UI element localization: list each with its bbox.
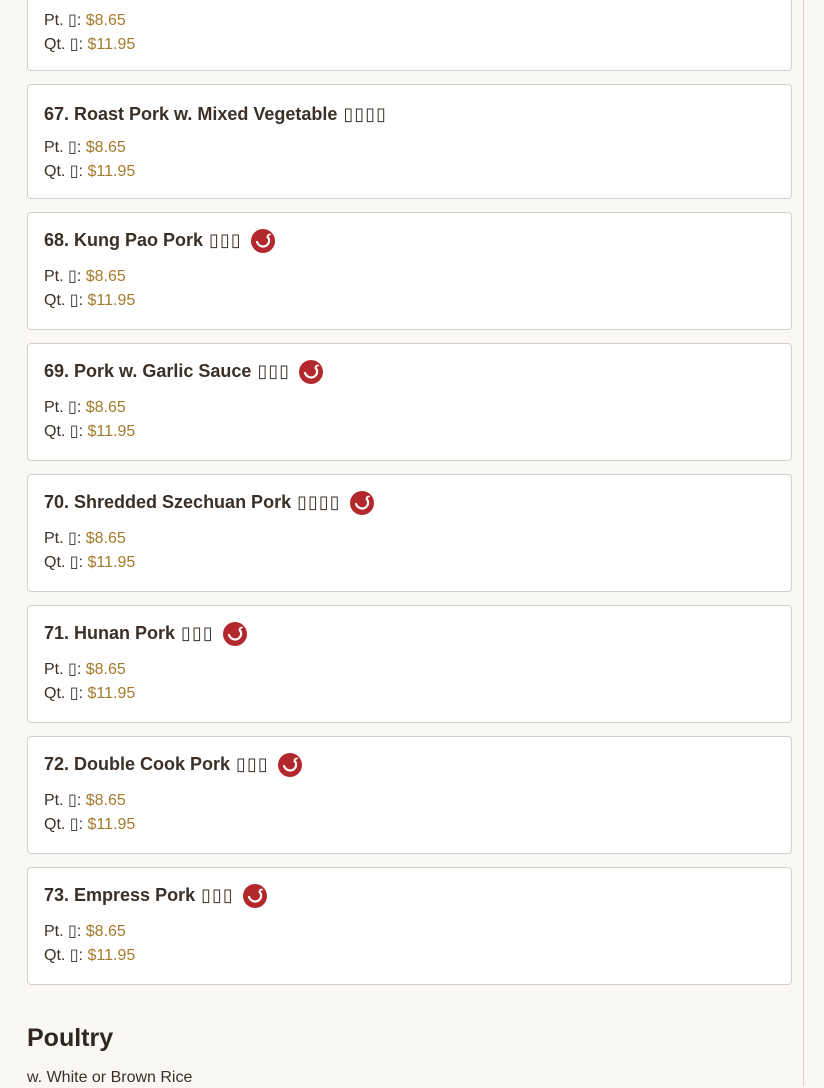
- menu-item-chinese-name: ▯▯▯▯: [297, 492, 341, 512]
- price-quart: Qt. ▯: $11.95: [44, 944, 775, 968]
- price-size-label: Qt. ▯:: [44, 36, 84, 53]
- price-list: Pt. ▯: $8.65 Qt. ▯: $11.95: [44, 789, 775, 837]
- menu-item-title: 67. Roast Pork w. Mixed Vegetable ▯▯▯▯: [44, 101, 775, 128]
- price-size-label: Pt. ▯:: [44, 792, 82, 809]
- menu-item-chinese-name: ▯▯▯: [181, 623, 214, 643]
- menu-item-chinese-name: ▯▯▯: [209, 230, 242, 250]
- menu-item-name: 67. Roast Pork w. Mixed Vegetable: [44, 104, 338, 124]
- menu-item-name: 71. Hunan Pork: [44, 623, 176, 643]
- price-size-label: Qt. ▯:: [44, 816, 84, 833]
- chili-pepper-icon: [222, 621, 247, 646]
- price-amount: $8.65: [85, 399, 126, 416]
- price-amount: $11.95: [87, 947, 136, 964]
- price-quart: Qt. ▯: $11.95: [44, 420, 775, 444]
- menu-item-chinese-name: ▯▯▯: [201, 885, 234, 905]
- price-list: Pt. ▯: $8.65 Qt. ▯: $11.95: [44, 265, 775, 313]
- price-pint: Pt. ▯: $8.65: [44, 265, 775, 289]
- menu-item-chinese-name: ▯▯▯: [236, 754, 269, 774]
- chili-pepper-icon: [299, 359, 324, 384]
- menu-item-title: 72. Double Cook Pork ▯▯▯: [44, 751, 775, 778]
- price-amount: $8.65: [85, 268, 126, 285]
- price-pint: Pt. ▯: $8.65: [44, 396, 775, 420]
- menu-item-name: 70. Shredded Szechuan Pork: [44, 492, 292, 512]
- menu-item-card[interactable]: Pt. ▯: $8.65 Qt. ▯: $11.95: [27, 0, 792, 71]
- price-quart: Qt. ▯: $11.95: [44, 289, 775, 313]
- menu-item-title: 68. Kung Pao Pork ▯▯▯: [44, 227, 775, 254]
- price-quart: Qt. ▯: $11.95: [44, 160, 775, 184]
- price-pint: Pt. ▯: $8.65: [44, 9, 775, 33]
- price-size-label: Qt. ▯:: [44, 947, 84, 964]
- price-size-label: Qt. ▯:: [44, 292, 84, 309]
- price-list: Pt. ▯: $8.65 Qt. ▯: $11.95: [44, 658, 775, 706]
- price-amount: $11.95: [87, 685, 136, 702]
- price-amount: $8.65: [85, 923, 126, 940]
- price-amount: $11.95: [87, 554, 136, 571]
- price-size-label: Qt. ▯:: [44, 685, 84, 702]
- section-title: Poultry: [27, 1024, 114, 1052]
- menu-item-name: 69. Pork w. Garlic Sauce: [44, 361, 252, 381]
- menu-item-name: 68. Kung Pao Pork: [44, 230, 204, 250]
- price-pint: Pt. ▯: $8.65: [44, 136, 775, 160]
- price-amount: $11.95: [87, 423, 136, 440]
- price-amount: $11.95: [87, 292, 136, 309]
- menu-item-title: 71. Hunan Pork ▯▯▯: [44, 620, 775, 647]
- chili-pepper-icon: [250, 228, 275, 253]
- price-quart: Qt. ▯: $11.95: [44, 33, 775, 57]
- price-size-label: Pt. ▯:: [44, 661, 82, 678]
- menu-item-card[interactable]: 67. Roast Pork w. Mixed Vegetable ▯▯▯▯ P…: [27, 84, 792, 199]
- price-list: Pt. ▯: $8.65 Qt. ▯: $11.95: [44, 136, 775, 184]
- price-list: Pt. ▯: $8.65 Qt. ▯: $11.95: [44, 9, 775, 57]
- price-size-label: Pt. ▯:: [44, 923, 82, 940]
- price-amount: $8.65: [85, 139, 126, 156]
- price-amount: $8.65: [85, 530, 126, 547]
- menu-item-name: 72. Double Cook Pork: [44, 754, 231, 774]
- price-size-label: Qt. ▯:: [44, 423, 84, 440]
- price-quart: Qt. ▯: $11.95: [44, 551, 775, 575]
- price-amount: $8.65: [85, 661, 126, 678]
- price-size-label: Pt. ▯:: [44, 268, 82, 285]
- poultry-section-header: Poultry w. White or Brown Rice: [27, 1022, 192, 1088]
- menu-item-chinese-name: ▯▯▯: [257, 361, 291, 381]
- price-list: Pt. ▯: $8.65 Qt. ▯: $11.95: [44, 396, 775, 444]
- menu-item-list: Pt. ▯: $8.65 Qt. ▯: $11.95 67. Roast Por…: [27, 0, 792, 998]
- menu-item-card[interactable]: 72. Double Cook Pork ▯▯▯ Pt. ▯: $8.65 Qt…: [27, 736, 792, 854]
- price-size-label: Qt. ▯:: [44, 163, 84, 180]
- price-list: Pt. ▯: $8.65 Qt. ▯: $11.95: [44, 920, 775, 968]
- price-pint: Pt. ▯: $8.65: [44, 527, 775, 551]
- price-size-label: Qt. ▯:: [44, 554, 84, 571]
- price-quart: Qt. ▯: $11.95: [44, 813, 775, 837]
- price-amount: $8.65: [85, 12, 126, 29]
- price-size-label: Pt. ▯:: [44, 12, 82, 29]
- menu-item-card[interactable]: 73. Empress Pork ▯▯▯ Pt. ▯: $8.65 Qt. ▯:…: [27, 867, 792, 985]
- price-amount: $11.95: [87, 816, 136, 833]
- chili-pepper-icon: [242, 883, 267, 908]
- price-size-label: Pt. ▯:: [44, 139, 82, 156]
- price-pint: Pt. ▯: $8.65: [44, 658, 775, 682]
- menu-item-title: 69. Pork w. Garlic Sauce ▯▯▯: [44, 358, 775, 385]
- menu-item-card[interactable]: 69. Pork w. Garlic Sauce ▯▯▯ Pt. ▯: $8.6…: [27, 343, 792, 461]
- chili-pepper-icon: [349, 490, 374, 515]
- price-amount: $11.95: [87, 36, 136, 53]
- menu-item-card[interactable]: 71. Hunan Pork ▯▯▯ Pt. ▯: $8.65 Qt. ▯: $…: [27, 605, 792, 723]
- section-subtitle: w. White or Brown Rice: [27, 1069, 193, 1086]
- menu-item-card[interactable]: 68. Kung Pao Pork ▯▯▯ Pt. ▯: $8.65 Qt. ▯…: [27, 212, 792, 330]
- price-list: Pt. ▯: $8.65 Qt. ▯: $11.95: [44, 527, 775, 575]
- price-amount: $8.65: [85, 792, 126, 809]
- price-size-label: Pt. ▯:: [44, 530, 82, 547]
- price-quart: Qt. ▯: $11.95: [44, 682, 775, 706]
- price-amount: $11.95: [87, 163, 136, 180]
- menu-item-title: 70. Shredded Szechuan Pork ▯▯▯▯: [44, 489, 775, 516]
- scrollbar-track: [803, 0, 804, 1086]
- price-pint: Pt. ▯: $8.65: [44, 789, 775, 813]
- price-pint: Pt. ▯: $8.65: [44, 920, 775, 944]
- chili-pepper-icon: [277, 752, 302, 777]
- menu-item-card[interactable]: 70. Shredded Szechuan Pork ▯▯▯▯ Pt. ▯: $…: [27, 474, 792, 592]
- menu-item-chinese-name: ▯▯▯▯: [343, 104, 388, 124]
- price-size-label: Pt. ▯:: [44, 399, 82, 416]
- menu-item-name: 73. Empress Pork: [44, 885, 196, 905]
- menu-item-title: 73. Empress Pork ▯▯▯: [44, 882, 775, 909]
